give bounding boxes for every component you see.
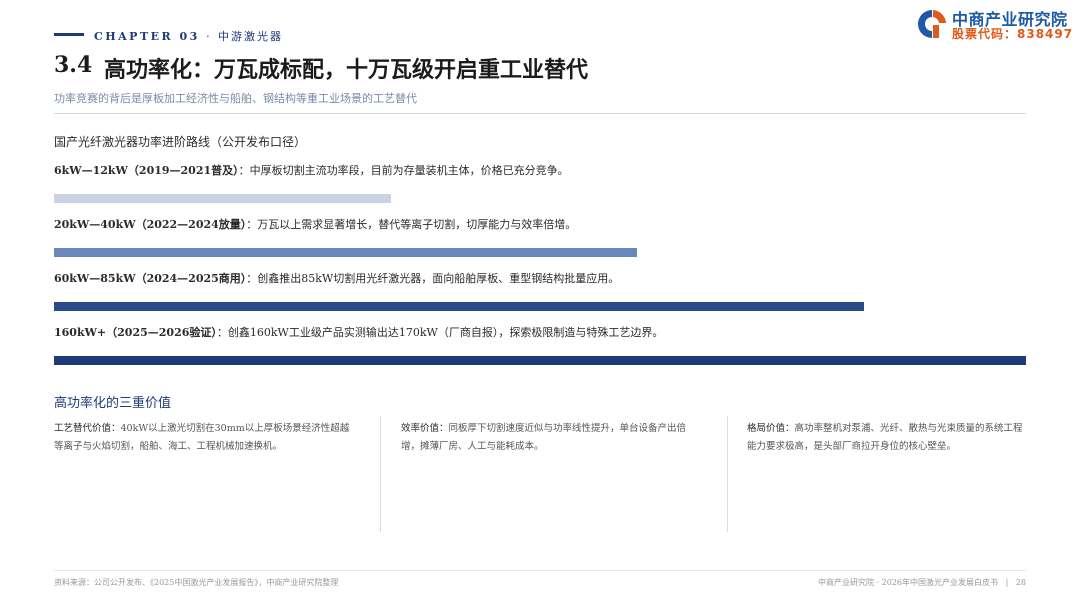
column-divider-2 xyxy=(727,416,728,532)
values-title: 高功率化的三重价值 xyxy=(54,396,172,411)
company-logo: 中商产业研究院 股票代码：838497 xyxy=(916,6,1076,42)
roadmap-row-2-desc: ：万瓦以上需求显著增长，替代等离子切割，切厚能力与效率倍增。 xyxy=(246,218,577,231)
roadmap-bar-3 xyxy=(54,302,864,311)
page-title: 高功率化：万瓦成标配，十万瓦级开启重工业替代 xyxy=(104,57,589,83)
footer-separator: | xyxy=(1005,578,1009,587)
roadmap-row-2-text: 20kW—40kW（2022—2024放量）：万瓦以上需求显著增长，替代等离子切… xyxy=(54,216,576,232)
roadmap-bar-2 xyxy=(54,248,637,257)
logo-stock-code: 股票代码：838497 xyxy=(952,27,1074,41)
roadmap-row-4-head: 160kW+（2025—2026验证） xyxy=(54,326,217,339)
chapter-number: CHAPTER 03 xyxy=(94,30,200,43)
value-process-key: 工艺替代价值： xyxy=(54,423,121,434)
section-number: 3.4 xyxy=(54,52,93,78)
roadmap-label: 国产光纤激光器功率进阶路线（公开发布口径） xyxy=(54,135,307,149)
roadmap-row-2-head: 20kW—40kW（2022—2024放量） xyxy=(54,218,247,231)
roadmap-row-3-head: 60kW—85kW（2024—2025商用） xyxy=(54,272,247,285)
roadmap-row-1-head: 6kW—12kW（2019—2021普及） xyxy=(54,164,239,177)
column-divider-1 xyxy=(380,416,381,532)
footer-source: 资料来源：公司公开发布、《2025中国激光产业发展报告》，中商产业研究院整理 xyxy=(54,578,339,587)
page-subtitle: 功率竞赛的背后是厚板加工经济性与船舶、钢结构等重工业场景的工艺替代 xyxy=(54,92,417,105)
chapter-separator: · xyxy=(206,30,212,43)
value-efficiency-key: 效率价值： xyxy=(401,423,449,434)
value-column-landscape: 格局价值：高功率整机对泵浦、光纤、散热与光束质量的系统工程能力要求极高，是头部厂… xyxy=(747,420,1027,456)
roadmap-row-1-desc: ：中厚板切割主流功率段，目前为存量装机主体，价格已充分竞争。 xyxy=(238,164,569,177)
chapter-accent-bar xyxy=(54,33,84,36)
footer-info: 中商产业研究院 · 2026年中国激光产业发展白皮书 | 28 xyxy=(818,577,1026,588)
roadmap-row-4-text: 160kW+（2025—2026验证）：创鑫160kW工业级产品实测输出达170… xyxy=(54,324,663,340)
roadmap-row-3-desc: ：创鑫推出85kW切割用光纤激光器，面向船舶厚板、重型钢结构批量应用。 xyxy=(246,272,620,285)
roadmap-bar-4 xyxy=(54,356,1026,365)
value-column-efficiency: 效率价值：同板厚下切割速度近似与功率线性提升，单台设备产出倍增，摊薄厂房、人工与… xyxy=(401,420,701,456)
roadmap-row-4-desc: ：创鑫160kW工业级产品实测输出达170kW（厂商自报），探索极限制造与特殊工… xyxy=(216,326,664,339)
footer-divider xyxy=(54,570,1026,571)
chapter-name: 中游激光器 xyxy=(218,30,283,43)
value-column-process: 工艺替代价值：40kW以上激光切割在30mm以上厚板场景经济性超越等离子与火焰切… xyxy=(54,420,354,456)
logo-c-icon xyxy=(918,10,946,38)
footer-publication: 中商产业研究院 · 2026年中国激光产业发展白皮书 xyxy=(818,578,999,587)
value-landscape-key: 格局价值： xyxy=(747,423,795,434)
roadmap-row-3-text: 60kW—85kW（2024—2025商用）：创鑫推出85kW切割用光纤激光器，… xyxy=(54,270,619,286)
chapter-label: CHAPTER 03 · 中游激光器 xyxy=(94,28,283,44)
header-divider xyxy=(54,113,1026,114)
page-number: 28 xyxy=(1015,578,1026,587)
roadmap-bar-1 xyxy=(54,194,391,203)
roadmap-row-1-text: 6kW—12kW（2019—2021普及）：中厚板切割主流功率段，目前为存量装机… xyxy=(54,162,569,178)
